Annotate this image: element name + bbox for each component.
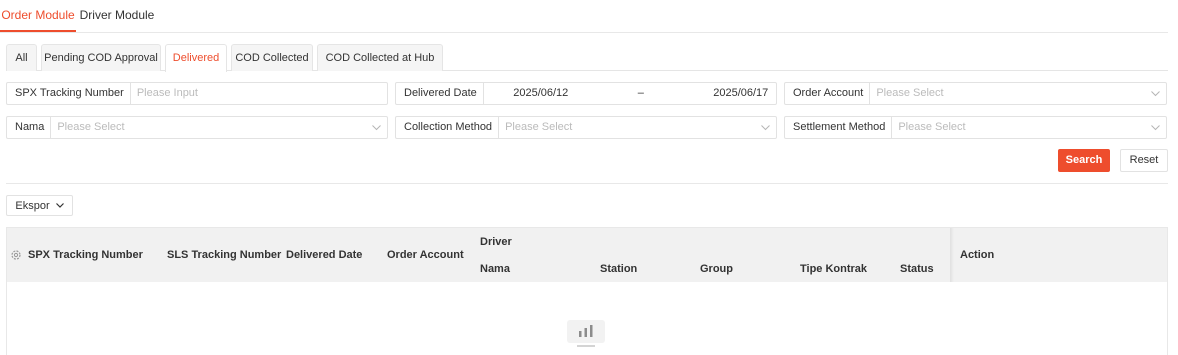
chevron-down-icon [55, 203, 64, 208]
tab-all[interactable]: All [6, 44, 37, 71]
nama-label: Nama [7, 117, 52, 138]
settlement-method-select[interactable]: Please Select [892, 117, 1144, 138]
tab-cod-collected-at-hub[interactable]: COD Collected at Hub [317, 44, 443, 71]
export-button[interactable]: Ekspor [6, 195, 73, 216]
col-station: Station [600, 263, 638, 275]
status-tabs: All Pending COD Approval Delivered COD C… [6, 44, 1168, 72]
export-label: Ekspor [15, 199, 50, 212]
col-driver-group: Driver [480, 236, 512, 248]
tab-order-module[interactable]: Order Module [0, 0, 76, 32]
divider [6, 183, 1168, 184]
col-spx-tracking: SPX Tracking Number [28, 249, 143, 261]
nama-filter[interactable]: Nama Please Select [6, 116, 388, 139]
date-range-separator: – [637, 87, 644, 99]
tab-cod-collected[interactable]: COD Collected [231, 44, 313, 71]
col-action: Action [960, 249, 995, 261]
spx-tracking-filter: SPX Tracking Number Please Input [6, 82, 388, 105]
sticky-column-shadow [950, 228, 954, 282]
tab-pending-cod-approval[interactable]: Pending COD Approval [41, 44, 161, 71]
nama-select[interactable]: Please Select [51, 117, 365, 138]
col-nama: Nama [480, 263, 510, 275]
gear-icon[interactable] [10, 249, 22, 261]
col-status: Status [900, 263, 934, 275]
chevron-down-icon[interactable] [754, 117, 776, 138]
chevron-down-icon[interactable] [1144, 83, 1166, 104]
module-tabs: Order Module Driver Module [0, 0, 1168, 33]
spx-tracking-input[interactable]: Please Input [131, 83, 387, 104]
tab-driver-module[interactable]: Driver Module [76, 0, 158, 32]
settlement-method-filter[interactable]: Settlement Method Please Select [784, 116, 1167, 139]
tab-delivered[interactable]: Delivered [165, 44, 227, 72]
col-sls-tracking: SLS Tracking Number [167, 249, 282, 261]
col-order-account: Order Account [387, 249, 464, 261]
collection-method-select[interactable]: Please Select [499, 117, 754, 138]
results-table: SPX Tracking Number SLS Tracking Number … [6, 227, 1168, 355]
order-account-label: Order Account [785, 83, 871, 104]
table-header: SPX Tracking Number SLS Tracking Number … [7, 228, 1167, 282]
col-delivered-date: Delivered Date [286, 249, 363, 261]
collection-method-filter[interactable]: Collection Method Please Select [395, 116, 777, 139]
settlement-method-label: Settlement Method [785, 117, 893, 138]
col-group: Group [700, 263, 733, 275]
start-date-input[interactable]: 2025/06/12 [486, 83, 596, 104]
order-account-filter[interactable]: Order Account Please Select [784, 82, 1167, 105]
delivered-date-filter: Delivered Date 2025/06/12 – 2025/06/17 [395, 82, 815, 105]
col-tipe-kontrak: Tipe Kontrak [800, 263, 868, 275]
order-account-select[interactable]: Please Select [870, 83, 1144, 104]
delivered-date-label: Delivered Date [396, 83, 484, 104]
empty-data-icon [567, 320, 605, 347]
search-button[interactable]: Search [1058, 149, 1110, 172]
end-date-input[interactable]: 2025/06/17 [686, 83, 796, 104]
chevron-down-icon[interactable] [1144, 117, 1166, 138]
spx-tracking-label: SPX Tracking Number [7, 83, 131, 104]
reset-button[interactable]: Reset [1120, 149, 1168, 172]
collection-method-label: Collection Method [396, 117, 500, 138]
chevron-down-icon[interactable] [365, 117, 387, 138]
